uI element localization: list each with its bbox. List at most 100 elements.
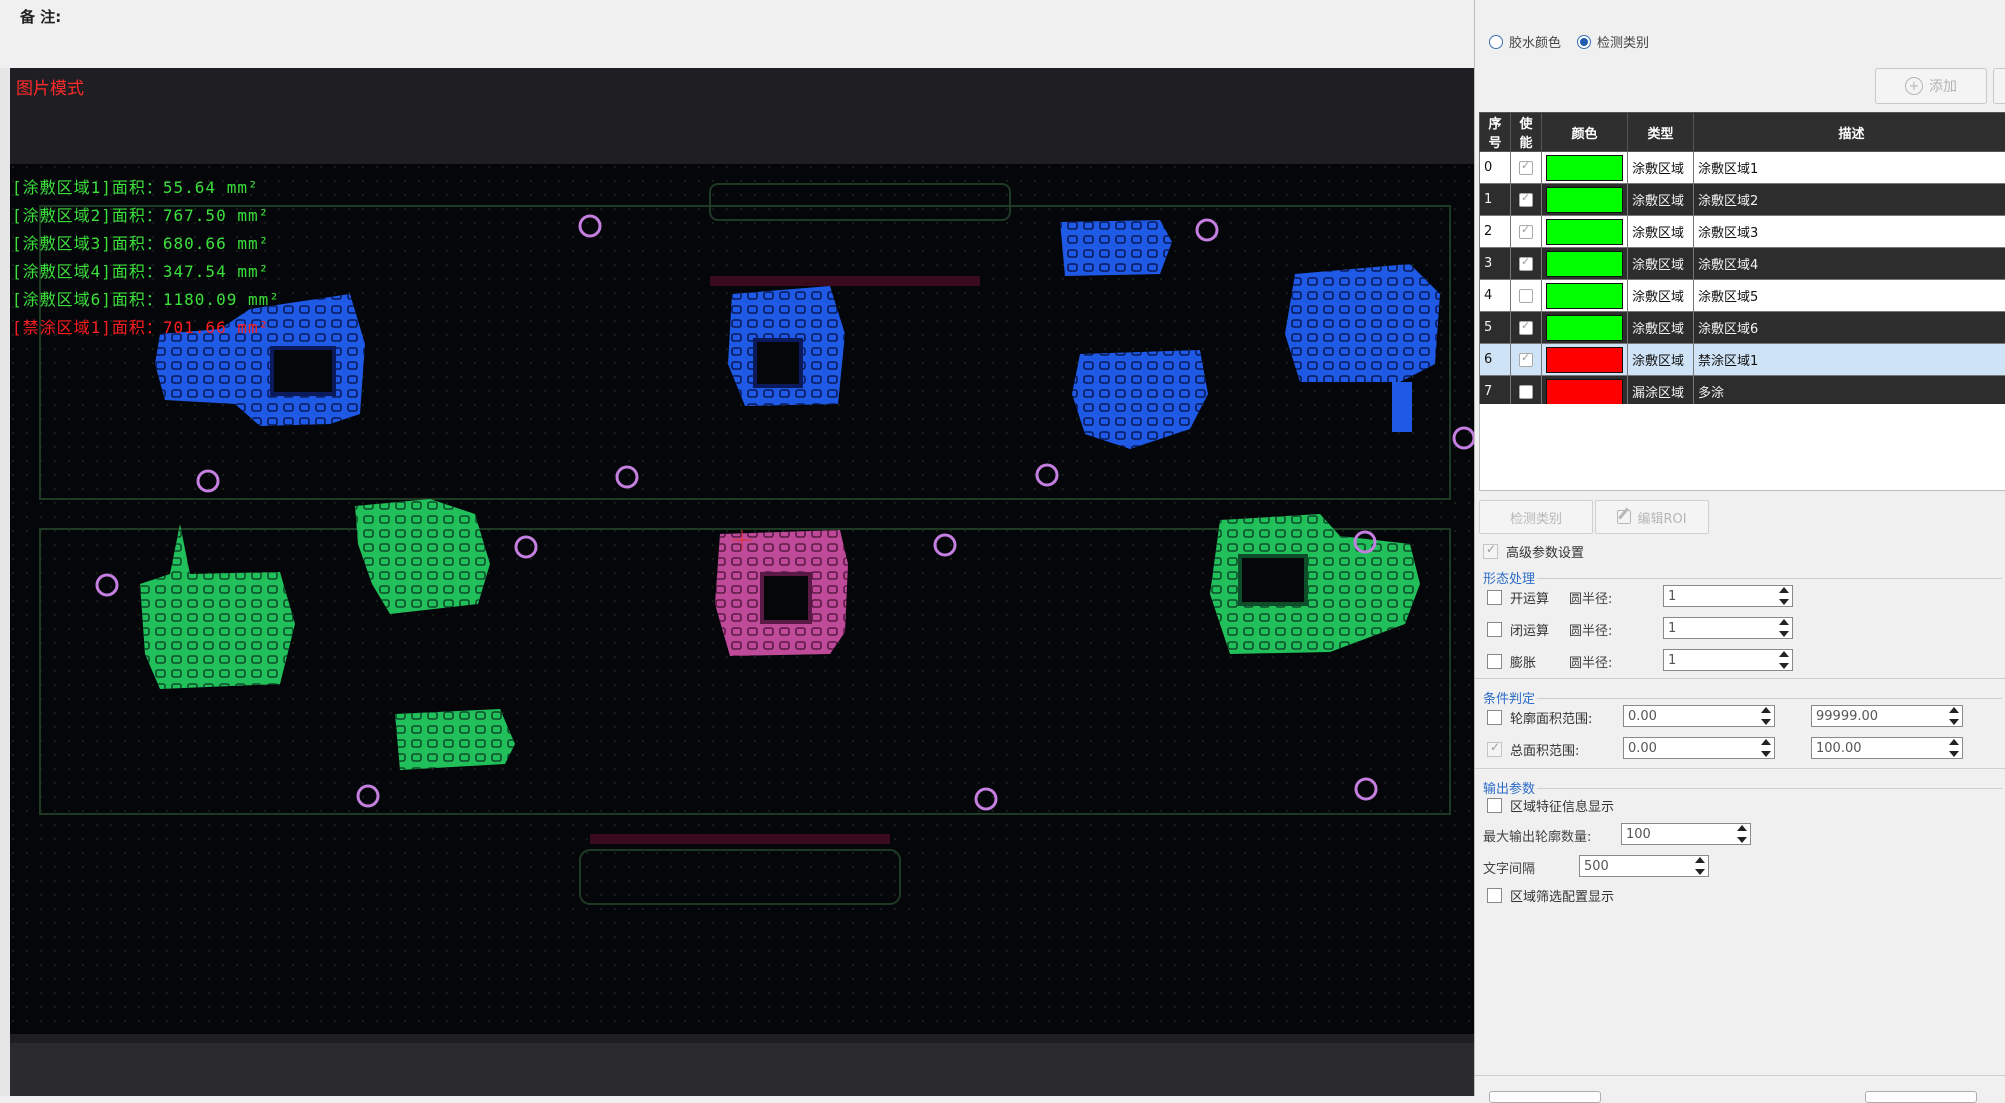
- close-checkbox[interactable]: [1487, 622, 1502, 637]
- spin-arrows-icon[interactable]: [1948, 739, 1960, 757]
- cell-desc[interactable]: 涂敷区域6: [1694, 312, 2005, 344]
- open-checkbox[interactable]: [1487, 590, 1502, 605]
- spin-arrows-icon[interactable]: [1760, 707, 1772, 725]
- cell-index[interactable]: 1: [1480, 184, 1511, 216]
- cell-color[interactable]: [1542, 152, 1628, 184]
- table-row[interactable]: 3 涂敷区域涂敷区域4: [1480, 248, 2005, 280]
- col-enabled[interactable]: 使能: [1511, 113, 1542, 152]
- cell-type[interactable]: 涂敷区域: [1628, 312, 1694, 344]
- bottom-right-button[interactable]: [1865, 1091, 1977, 1103]
- dilate-radius-input[interactable]: 1: [1663, 649, 1793, 671]
- cell-index[interactable]: 4: [1480, 280, 1511, 312]
- edit-roi-button[interactable]: 编辑ROI: [1595, 500, 1709, 534]
- dilate-checkbox[interactable]: [1487, 654, 1502, 669]
- contour-range-checkbox[interactable]: [1487, 710, 1502, 725]
- cell-type[interactable]: 涂敷区域: [1628, 216, 1694, 248]
- spin-arrows-icon[interactable]: [1778, 587, 1790, 605]
- cell-enabled[interactable]: [1511, 184, 1542, 216]
- cell-enabled[interactable]: [1511, 312, 1542, 344]
- enable-checkbox[interactable]: [1519, 225, 1533, 239]
- cell-color[interactable]: [1542, 184, 1628, 216]
- col-index[interactable]: 序号: [1480, 113, 1511, 152]
- cell-desc[interactable]: 涂敷区域5: [1694, 280, 2005, 312]
- cell-type[interactable]: 涂敷区域: [1628, 344, 1694, 376]
- enable-checkbox[interactable]: [1519, 193, 1533, 207]
- spin-arrows-icon[interactable]: [1778, 619, 1790, 637]
- spin-arrows-icon[interactable]: [1694, 857, 1706, 875]
- table-row[interactable]: 4 涂敷区域涂敷区域5: [1480, 280, 2005, 312]
- max-contours-input[interactable]: 100: [1621, 823, 1751, 845]
- enable-checkbox[interactable]: [1519, 353, 1533, 367]
- enable-checkbox[interactable]: [1519, 257, 1533, 271]
- open-radius-input[interactable]: 1: [1663, 585, 1793, 607]
- cell-desc[interactable]: 涂敷区域3: [1694, 216, 2005, 248]
- cell-index[interactable]: 0: [1480, 152, 1511, 184]
- cell-color[interactable]: [1542, 280, 1628, 312]
- cell-color[interactable]: [1542, 216, 1628, 248]
- col-color[interactable]: 颜色: [1542, 113, 1628, 152]
- total-range-checkbox[interactable]: [1487, 742, 1502, 757]
- cell-enabled[interactable]: [1511, 248, 1542, 280]
- color-swatch[interactable]: [1546, 187, 1623, 213]
- table-row[interactable]: 7漏涂区域多涂: [1480, 376, 2005, 408]
- cell-type[interactable]: 涂敷区域: [1628, 248, 1694, 280]
- color-swatch[interactable]: [1546, 347, 1623, 373]
- cell-index[interactable]: 6: [1480, 344, 1511, 376]
- cell-type[interactable]: 涂敷区域: [1628, 152, 1694, 184]
- table-row[interactable]: 6 涂敷区域禁涂区域1: [1480, 344, 2005, 376]
- advanced-checkbox[interactable]: [1483, 544, 1498, 559]
- color-swatch[interactable]: [1546, 219, 1623, 245]
- close-radius-input[interactable]: 1: [1663, 617, 1793, 639]
- cell-color[interactable]: [1542, 344, 1628, 376]
- image-viewer[interactable]: 图片模式 [涂敷区域1]面积：55.64 mm² [涂敷区域2]面积：767.5…: [10, 68, 1474, 1043]
- enable-checkbox[interactable]: [1519, 385, 1533, 399]
- cell-desc[interactable]: 禁涂区域1: [1694, 344, 2005, 376]
- col-desc[interactable]: 描述: [1694, 113, 2005, 152]
- color-swatch[interactable]: [1546, 315, 1623, 341]
- cell-color[interactable]: [1542, 312, 1628, 344]
- spin-arrows-icon[interactable]: [1948, 707, 1960, 725]
- extra-button[interactable]: [1993, 68, 2005, 104]
- cell-enabled[interactable]: [1511, 152, 1542, 184]
- cell-type[interactable]: 涂敷区域: [1628, 184, 1694, 216]
- cell-type[interactable]: 涂敷区域: [1628, 280, 1694, 312]
- col-type[interactable]: 类型: [1628, 113, 1694, 152]
- cell-index[interactable]: 5: [1480, 312, 1511, 344]
- cell-color[interactable]: [1542, 248, 1628, 280]
- cell-index[interactable]: 2: [1480, 216, 1511, 248]
- spin-arrows-icon[interactable]: [1760, 739, 1772, 757]
- bottom-left-button[interactable]: [1489, 1091, 1601, 1103]
- enable-checkbox[interactable]: [1519, 289, 1533, 303]
- spin-arrows-icon[interactable]: [1778, 651, 1790, 669]
- color-swatch[interactable]: [1546, 155, 1623, 181]
- filter-display-checkbox[interactable]: [1487, 888, 1502, 903]
- color-swatch[interactable]: [1546, 379, 1623, 405]
- table-row[interactable]: 1 涂敷区域涂敷区域2: [1480, 184, 2005, 216]
- enable-checkbox[interactable]: [1519, 161, 1533, 175]
- cell-desc[interactable]: 多涂: [1694, 376, 2005, 408]
- enable-checkbox[interactable]: [1519, 321, 1533, 335]
- cell-index[interactable]: 3: [1480, 248, 1511, 280]
- contour-min-input[interactable]: 0.00: [1623, 705, 1775, 727]
- radio-glue-color[interactable]: [1489, 35, 1503, 49]
- cell-enabled[interactable]: [1511, 376, 1542, 408]
- radio-detect-category[interactable]: [1577, 35, 1591, 49]
- cell-enabled[interactable]: [1511, 216, 1542, 248]
- cell-color[interactable]: [1542, 376, 1628, 408]
- spin-arrows-icon[interactable]: [1736, 825, 1748, 843]
- table-row[interactable]: 0 涂敷区域涂敷区域1: [1480, 152, 2005, 184]
- table-row[interactable]: 5 涂敷区域涂敷区域6: [1480, 312, 2005, 344]
- color-swatch[interactable]: [1546, 283, 1623, 309]
- cell-desc[interactable]: 涂敷区域1: [1694, 152, 2005, 184]
- detect-category-button[interactable]: 检测类别: [1479, 500, 1593, 534]
- contour-max-input[interactable]: 99999.00: [1811, 705, 1963, 727]
- cell-enabled[interactable]: [1511, 280, 1542, 312]
- total-max-input[interactable]: 100.00: [1811, 737, 1963, 759]
- cell-desc[interactable]: 涂敷区域2: [1694, 184, 2005, 216]
- cell-desc[interactable]: 涂敷区域4: [1694, 248, 2005, 280]
- table-row[interactable]: 2 涂敷区域涂敷区域3: [1480, 216, 2005, 248]
- cell-enabled[interactable]: [1511, 344, 1542, 376]
- cell-index[interactable]: 7: [1480, 376, 1511, 408]
- add-button[interactable]: + 添加: [1875, 68, 1987, 104]
- total-min-input[interactable]: 0.00: [1623, 737, 1775, 759]
